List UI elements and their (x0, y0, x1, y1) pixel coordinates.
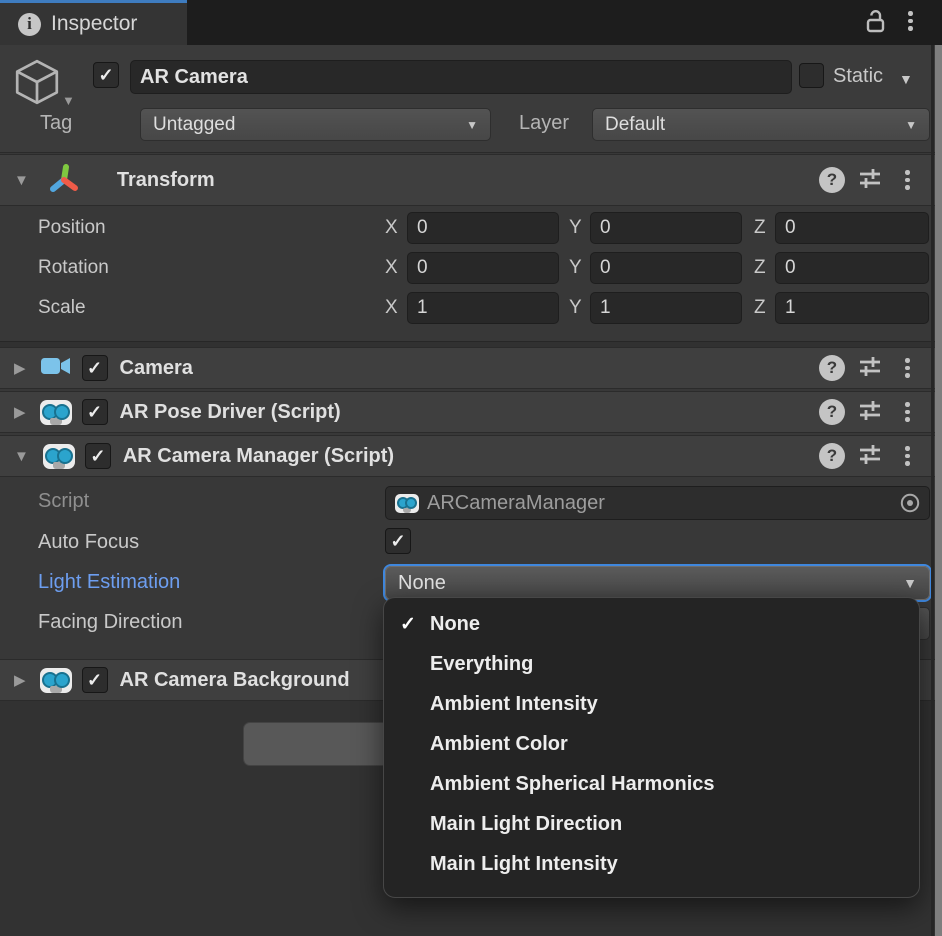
info-icon: i (18, 13, 41, 36)
transform-icon (47, 161, 81, 200)
transform-presets-icon[interactable] (857, 166, 883, 195)
ar-camera-background-enabled-checkbox[interactable]: ✓ (82, 667, 108, 693)
ar-camera-manager-title: AR Camera Manager (Script) (123, 445, 394, 468)
ar-pose-driver-enabled-checkbox[interactable]: ✓ (82, 399, 108, 425)
axis-y-label: Y (569, 257, 582, 279)
ar-pose-driver-foldout-icon[interactable]: ▶ (14, 405, 26, 420)
ar-goggles-icon (40, 668, 72, 693)
scale-z-input[interactable]: 1 (775, 292, 929, 324)
camera-component-header[interactable]: ▶ ✓ Camera ? (0, 347, 942, 389)
static-label: Static (833, 65, 883, 88)
ar-camera-manager-help-icon[interactable]: ? (819, 443, 845, 469)
object-picker-icon[interactable] (899, 492, 921, 514)
menu-item-none[interactable]: ✓ None (384, 604, 919, 644)
lock-open-icon[interactable] (864, 9, 888, 40)
axis-y-label: Y (569, 297, 582, 319)
position-z-input[interactable]: 0 (775, 212, 929, 244)
camera-presets-icon[interactable] (857, 354, 883, 383)
axis-y-label: Y (569, 217, 582, 239)
unity-inspector-panel: i Inspector ▼ ✓ (0, 0, 942, 936)
scale-label: Scale (38, 297, 86, 319)
scale-x-input[interactable]: 1 (407, 292, 559, 324)
ar-pose-driver-kebab-icon[interactable] (905, 402, 910, 422)
rotation-z-input[interactable]: 0 (775, 252, 929, 284)
facing-direction-label: Facing Direction (38, 611, 183, 634)
auto-focus-label: Auto Focus (38, 531, 139, 554)
ar-pose-driver-header[interactable]: ▶ ✓ AR Pose Driver (Script) ? (0, 391, 942, 433)
ar-pose-driver-presets-icon[interactable] (857, 398, 883, 427)
transform-help-icon[interactable]: ? (819, 167, 845, 193)
light-estimation-dropdown-arrow-icon: ▼ (903, 576, 917, 590)
tab-inspector[interactable]: i Inspector (0, 0, 187, 45)
static-checkbox[interactable] (799, 63, 824, 88)
auto-focus-checkbox[interactable]: ✓ (385, 528, 411, 554)
rotation-x-input[interactable]: 0 (407, 252, 559, 284)
tag-dropdown[interactable]: Untagged ▼ (140, 108, 491, 141)
ar-goggles-icon (395, 494, 419, 513)
axis-x-label: X (385, 257, 398, 279)
camera-help-icon[interactable]: ? (819, 355, 845, 381)
camera-title: Camera (120, 357, 193, 380)
ar-pose-driver-title: AR Pose Driver (Script) (120, 401, 341, 424)
layer-dropdown-arrow-icon: ▼ (905, 119, 917, 131)
ar-goggles-icon (40, 400, 72, 425)
ar-pose-driver-help-icon[interactable]: ? (819, 399, 845, 425)
axis-x-label: X (385, 297, 398, 319)
camera-icon (40, 354, 72, 383)
ar-camera-manager-kebab-icon[interactable] (905, 446, 910, 466)
tag-label: Tag (40, 112, 72, 135)
camera-enabled-checkbox[interactable]: ✓ (82, 355, 108, 381)
transform-header[interactable]: ▼ Transform ? (0, 154, 942, 206)
ar-camera-manager-enabled-checkbox[interactable]: ✓ (85, 443, 111, 469)
transform-kebab-icon[interactable] (905, 170, 910, 190)
tag-dropdown-arrow-icon: ▼ (466, 119, 478, 131)
layer-label: Layer (519, 112, 569, 135)
ar-camera-manager-foldout-icon[interactable]: ▼ (14, 449, 29, 464)
ar-camera-manager-presets-icon[interactable] (857, 442, 883, 471)
axis-z-label: Z (754, 257, 766, 279)
name-input[interactable]: AR Camera (130, 60, 792, 94)
camera-kebab-icon[interactable] (905, 358, 910, 378)
scale-y-input[interactable]: 1 (590, 292, 742, 324)
panel-right-border (931, 45, 934, 936)
tab-title: Inspector (51, 12, 137, 36)
script-object-field[interactable]: ARCameraManager (385, 486, 930, 520)
transform-foldout-icon[interactable]: ▼ (14, 173, 29, 188)
ar-goggles-icon (43, 444, 75, 469)
light-estimation-menu: ✓ None Everything Ambient Intensity Ambi… (383, 597, 920, 898)
ar-camera-background-foldout-icon[interactable]: ▶ (14, 673, 26, 688)
menu-item-ambient-spherical-harmonics[interactable]: Ambient Spherical Harmonics (384, 764, 919, 804)
light-estimation-dropdown[interactable]: None ▼ (385, 566, 930, 600)
tab-bar: i Inspector (0, 0, 942, 45)
axis-z-label: Z (754, 297, 766, 319)
script-label: Script (38, 490, 89, 513)
menu-item-main-light-intensity[interactable]: Main Light Intensity (384, 844, 919, 884)
rotation-label: Rotation (38, 257, 109, 279)
menu-item-everything[interactable]: Everything (384, 644, 919, 684)
position-x-input[interactable]: 0 (407, 212, 559, 244)
selected-check-icon: ✓ (400, 613, 416, 636)
ar-camera-manager-header[interactable]: ▼ ✓ AR Camera Manager (Script) ? (0, 435, 942, 477)
camera-foldout-icon[interactable]: ▶ (14, 361, 26, 376)
menu-item-main-light-direction[interactable]: Main Light Direction (384, 804, 919, 844)
layer-dropdown[interactable]: Default ▼ (592, 108, 930, 141)
position-y-input[interactable]: 0 (590, 212, 742, 244)
vertical-scrollbar[interactable] (935, 45, 942, 936)
light-estimation-label: Light Estimation (38, 571, 180, 594)
static-dropdown-arrow-icon[interactable]: ▼ (899, 72, 913, 86)
menu-item-ambient-intensity[interactable]: Ambient Intensity (384, 684, 919, 724)
axis-z-label: Z (754, 217, 766, 239)
gameobject-header: ▼ ✓ AR Camera Static ▼ Tag Untagged ▼ La… (0, 45, 942, 153)
ar-camera-background-title: AR Camera Background (120, 669, 350, 692)
active-checkbox[interactable]: ✓ (93, 62, 119, 88)
transform-title: Transform (117, 169, 215, 192)
position-label: Position (38, 217, 106, 239)
rotation-y-input[interactable]: 0 (590, 252, 742, 284)
gameobject-cube-icon[interactable] (12, 57, 62, 112)
menu-item-ambient-color[interactable]: Ambient Color (384, 724, 919, 764)
axis-x-label: X (385, 217, 398, 239)
cube-expander-icon[interactable]: ▼ (62, 94, 75, 107)
tab-kebab-menu-icon[interactable] (908, 11, 913, 31)
